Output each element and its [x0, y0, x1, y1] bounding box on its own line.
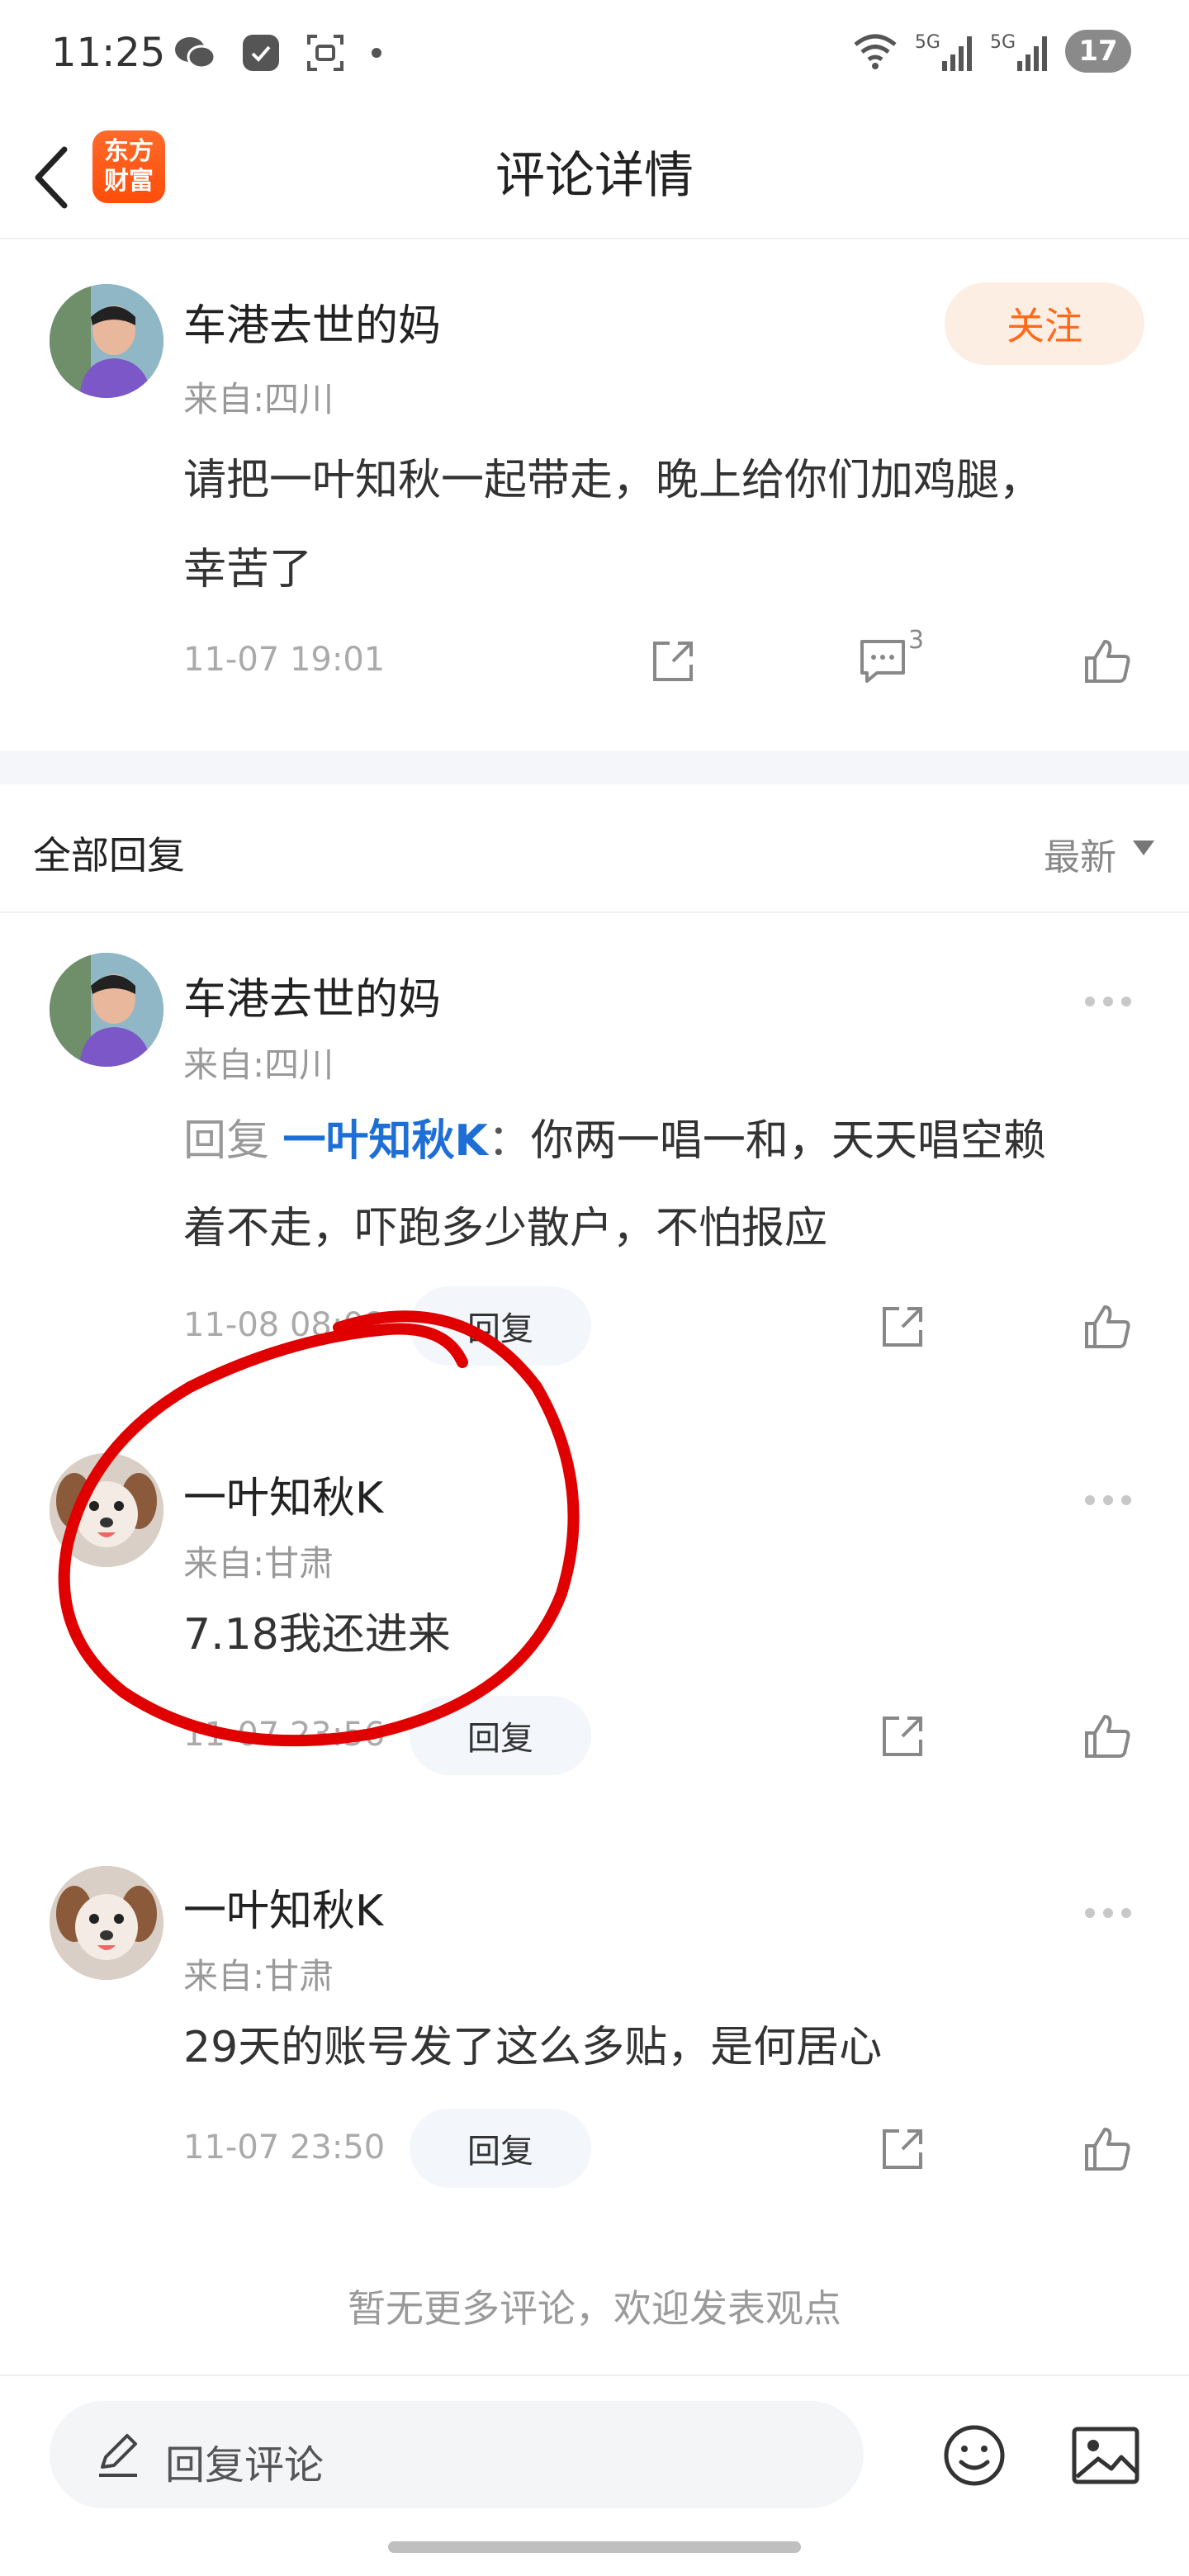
comment-timestamp: 11-07 19:01 [183, 641, 386, 679]
reply-content-line1: 7.18我还进来 [183, 1610, 451, 1660]
signal-bars-icon [1017, 36, 1047, 71]
avatar-image [50, 953, 163, 1067]
like-button[interactable] [1078, 1298, 1136, 1356]
reply-input-placeholder: 回复评论 [165, 2442, 324, 2488]
status-bar: 11:25 5G 5G 17 [0, 0, 1189, 107]
status-system-icons: 5G 5G 17 [852, 30, 1131, 73]
app-notification-icon [243, 35, 279, 71]
status-time: 11:25 [51, 30, 166, 76]
share-button[interactable] [874, 1707, 931, 1765]
caret-down-icon[interactable] [1133, 841, 1154, 855]
page-title: 评论详情 [495, 147, 694, 205]
follow-button[interactable]: 关注 [945, 282, 1144, 365]
avatar-image [50, 1866, 163, 1980]
share-icon [883, 1717, 922, 1756]
reply-colon: ： [487, 1116, 531, 1166]
comment-username[interactable]: 车港去世的妈 [183, 291, 441, 353]
replies-title: 全部回复 [33, 833, 185, 878]
avatar-image [50, 1453, 163, 1567]
dot-icon [1103, 1495, 1113, 1505]
comment-button[interactable] [854, 632, 912, 690]
dot-icon [1121, 1495, 1131, 1505]
reply-content-line1: 回复 一叶知秋K：你两一唱一和，天天唱空赖 [183, 1096, 1046, 1186]
avatar[interactable] [50, 953, 163, 1067]
comment-content-line1: 请把一叶知秋一起带走，晚上给你们加鸡腿， [183, 456, 1043, 505]
nav-bar: 东方 财富 评论详情 [0, 116, 1189, 239]
avatar[interactable] [50, 284, 163, 398]
dot-icon [1085, 997, 1095, 1006]
reply-location: 来自:甘肃 [183, 1543, 334, 1584]
reply-button[interactable]: 回复 [410, 2109, 591, 2188]
battery-indicator: 17 [1065, 30, 1131, 73]
dot-icon [1103, 997, 1113, 1006]
dot-icon [1085, 1495, 1095, 1505]
more-options-button[interactable] [1085, 989, 1143, 1014]
reply-content-line1: 29天的账号发了这么多贴，是何居心 [183, 2023, 883, 2072]
share-icon [653, 642, 693, 681]
reply-text: 你两一唱一和，天天唱空赖 [530, 1116, 1046, 1166]
sort-dropdown[interactable]: 最新 [1044, 827, 1116, 880]
wifi-icon [854, 34, 897, 69]
signal-1: 5G [915, 32, 973, 71]
like-button[interactable] [1078, 1707, 1136, 1765]
share-icon [883, 1307, 922, 1347]
reply-target-user[interactable]: 一叶知秋K [283, 1116, 488, 1166]
dot-icon [1085, 1908, 1095, 1918]
reply-location: 来自:甘肃 [183, 1956, 334, 1996]
reply-timestamp: 11-07 23:50 [183, 2129, 386, 2166]
reply-prefix: 回复 [183, 1116, 283, 1166]
share-button[interactable] [874, 2120, 931, 2178]
reply-item: 车港去世的妈 来自:四川 回复 一叶知秋K：你两一唱一和，天天唱空赖 着不走，吓… [0, 915, 1189, 1366]
thumbs-up-icon [1085, 1715, 1130, 1758]
reply-item: 一叶知秋K 来自:甘肃 7.18我还进来 11-07 23:56 回复 [0, 1415, 1189, 1828]
reply-username[interactable]: 一叶知秋K [183, 1876, 383, 1938]
replies-header: 全部回复 最新 [0, 784, 1189, 913]
image-icon[interactable] [1070, 2422, 1141, 2488]
avatar[interactable] [50, 1866, 163, 1980]
reply-location: 来自:四川 [183, 1044, 334, 1085]
reply-item: 一叶知秋K 来自:甘肃 29天的账号发了这么多贴，是何居心 11-07 23:5… [0, 1828, 1189, 2241]
dot-icon [1121, 1908, 1131, 1918]
comment-location: 来自:四川 [183, 379, 334, 419]
more-options-button[interactable] [1085, 1901, 1143, 1925]
like-button[interactable] [1078, 2120, 1136, 2178]
wechat-icon [175, 37, 216, 69]
dot-icon [1121, 997, 1131, 1006]
thumbs-up-icon [1085, 640, 1130, 683]
signal-bars-icon [941, 36, 972, 71]
reply-timestamp: 11-07 23:56 [183, 1716, 386, 1754]
reply-button[interactable]: 回复 [410, 1696, 591, 1775]
share-button[interactable] [644, 632, 702, 690]
dot-icon [1103, 1908, 1113, 1918]
reply-content-line2: 着不走，吓跑多少散户，不怕报应 [183, 1204, 828, 1253]
status-notification-icons [173, 33, 383, 73]
reply-username[interactable]: 一叶知秋K [183, 1463, 383, 1525]
reply-comment-input[interactable]: 回复评论 [50, 2401, 864, 2508]
scan-icon [307, 35, 343, 71]
bottom-bar: 回复评论 [0, 2375, 1189, 2576]
like-button[interactable] [1078, 632, 1136, 690]
signal-2: 5G [990, 32, 1049, 71]
avatar-image [50, 284, 163, 398]
emoji-icon[interactable] [941, 2422, 1007, 2488]
thumbs-up-icon [1085, 2128, 1130, 2171]
section-divider [0, 751, 1189, 784]
dot-icon [372, 48, 381, 58]
home-indicator[interactable] [388, 2541, 801, 2553]
reply-username[interactable]: 车港去世的妈 [183, 964, 441, 1026]
share-button[interactable] [874, 1298, 931, 1356]
no-more-comments-text: 暂无更多评论，欢迎发表观点 [348, 2286, 841, 2331]
comment-content-line2: 幸苦了 [183, 545, 313, 594]
main-comment: 车港去世的妈 来自:四川 关注 请把一叶知秋一起带走，晚上给你们加鸡腿， 幸苦了… [0, 241, 1189, 751]
comment-count: 3 [908, 626, 925, 655]
pencil-icon [99, 2434, 137, 2477]
avatar[interactable] [50, 1453, 163, 1567]
reply-timestamp: 11-08 08:08 [183, 1306, 386, 1344]
comment-icon [860, 640, 905, 683]
share-icon [883, 2129, 922, 2169]
thumbs-up-icon [1085, 1305, 1130, 1348]
reply-button[interactable]: 回复 [410, 1286, 591, 1366]
more-options-button[interactable] [1085, 1488, 1143, 1513]
